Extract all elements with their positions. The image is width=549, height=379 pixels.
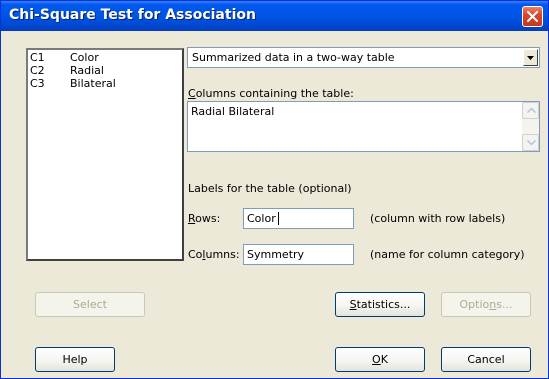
columns-table-value: Radial Bilateral bbox=[191, 105, 275, 118]
scroll-down-arrow-icon bbox=[527, 140, 536, 145]
options-button[interactable]: Options... bbox=[441, 292, 531, 317]
scroll-down-button[interactable] bbox=[522, 134, 539, 151]
label-text: umns: bbox=[205, 248, 240, 261]
rows-label: Rows: bbox=[188, 212, 220, 225]
variable-column: C1 bbox=[30, 51, 45, 64]
help-button[interactable]: Help bbox=[35, 347, 115, 372]
rows-hint: (column with row labels) bbox=[370, 212, 506, 225]
columns-table-field[interactable]: Radial Bilateral bbox=[187, 101, 540, 152]
dropdown-selected-value: Summarized data in a two-way table bbox=[192, 51, 395, 64]
close-icon bbox=[527, 11, 538, 22]
columns-table-label: Columns containing the table: bbox=[188, 87, 354, 100]
label-text: olumns containing the table: bbox=[195, 87, 354, 100]
ok-button[interactable]: OK bbox=[335, 347, 425, 372]
mnemonic-letter: S bbox=[349, 298, 357, 311]
cancel-button[interactable]: Cancel bbox=[441, 347, 531, 372]
button-label: K bbox=[380, 353, 388, 366]
scroll-up-arrow-icon bbox=[527, 108, 536, 113]
columns-hint: (name for column category) bbox=[370, 248, 525, 261]
variable-name: Bilateral bbox=[70, 77, 116, 90]
mnemonic-letter: C bbox=[188, 87, 196, 100]
title-bar[interactable]: Chi-Square Test for Association bbox=[1, 1, 548, 31]
button-label: tatistics... bbox=[356, 298, 411, 311]
scroll-up-button[interactable] bbox=[522, 102, 539, 119]
close-button[interactable] bbox=[522, 6, 543, 27]
dialog-window: Chi-Square Test for Association C1 Color… bbox=[0, 0, 549, 379]
variable-column: C2 bbox=[30, 64, 45, 77]
variable-list[interactable]: C1 Color C2 Radial C3 Bilateral bbox=[26, 48, 184, 261]
dialog-body: C1 Color C2 Radial C3 Bilateral Summariz… bbox=[4, 31, 545, 376]
text-caret bbox=[278, 212, 279, 225]
vertical-scrollbar[interactable] bbox=[522, 102, 539, 151]
label-text: Co bbox=[188, 248, 203, 261]
data-type-dropdown[interactable]: Summarized data in a two-way table bbox=[187, 47, 540, 68]
rows-input[interactable]: Color bbox=[243, 208, 354, 229]
columns-input-value: Symmetry bbox=[247, 248, 305, 261]
variable-name: Radial bbox=[70, 64, 104, 77]
button-label: Optio bbox=[459, 298, 490, 311]
select-button[interactable]: Select bbox=[35, 292, 145, 317]
statistics-button[interactable]: Statistics... bbox=[335, 292, 425, 317]
label-text: ows: bbox=[195, 212, 221, 225]
window-title: Chi-Square Test for Association bbox=[9, 7, 256, 23]
variable-name: Color bbox=[70, 51, 99, 64]
dropdown-button[interactable] bbox=[523, 49, 538, 66]
button-label: s... bbox=[496, 298, 513, 311]
rows-input-value: Color bbox=[247, 212, 276, 225]
mnemonic-letter: O bbox=[372, 353, 381, 366]
columns-input[interactable]: Symmetry bbox=[243, 244, 354, 265]
columns-label: Columns: bbox=[188, 248, 240, 261]
chevron-down-icon bbox=[527, 56, 534, 60]
labels-section-heading: Labels for the table (optional) bbox=[188, 182, 352, 195]
variable-column: C3 bbox=[30, 77, 45, 90]
